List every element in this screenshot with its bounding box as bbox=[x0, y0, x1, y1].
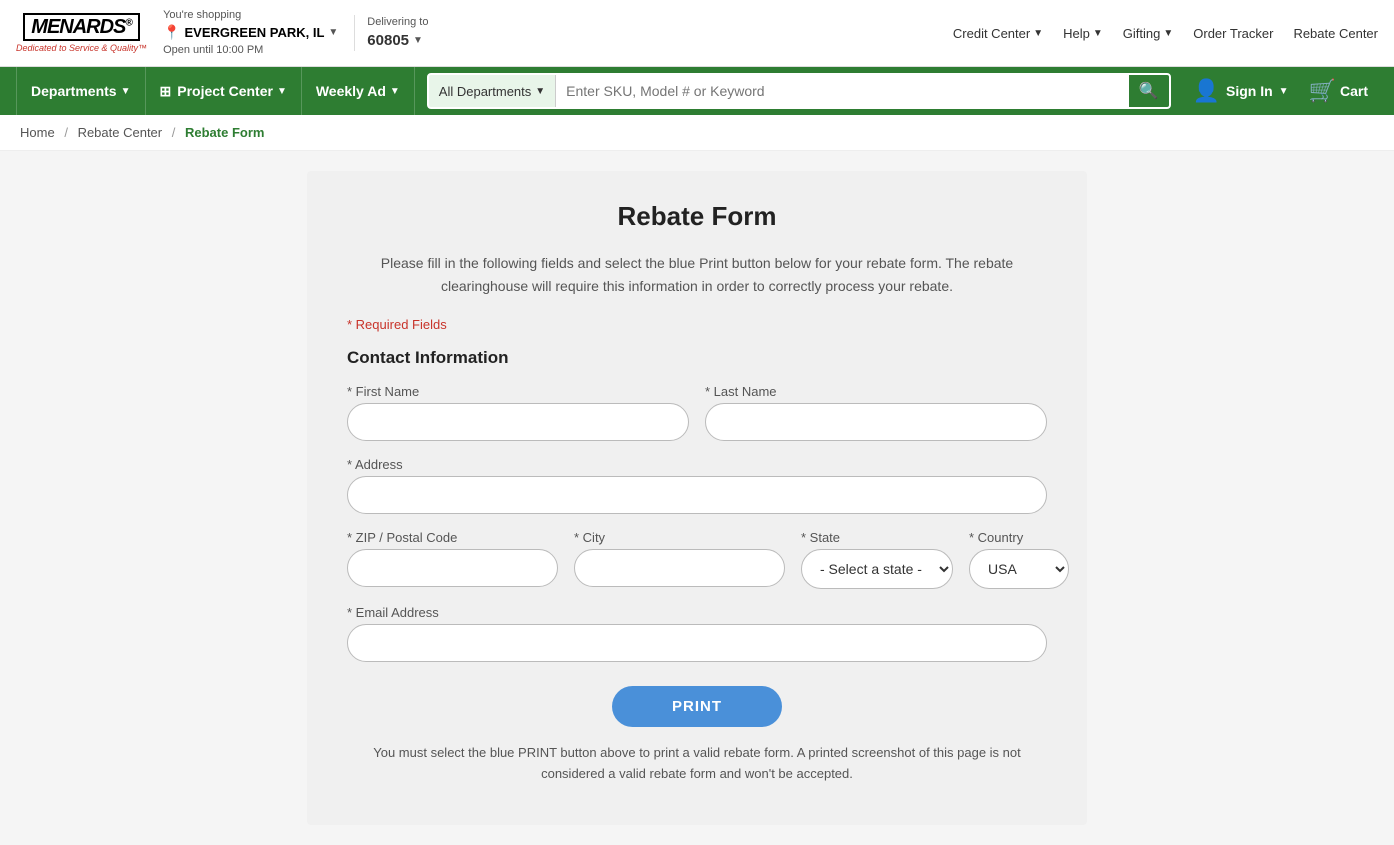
order-tracker-link[interactable]: Order Tracker bbox=[1193, 26, 1273, 41]
required-note: * Required Fields bbox=[347, 317, 1047, 332]
address-label: * Address bbox=[347, 457, 1047, 472]
print-note: You must select the blue PRINT button ab… bbox=[347, 743, 1047, 785]
search-input[interactable] bbox=[556, 83, 1128, 99]
weekly-ad-label: Weekly Ad bbox=[316, 83, 386, 99]
weekly-ad-chevron-icon: ▼ bbox=[390, 86, 400, 97]
departments-label: Departments bbox=[31, 83, 117, 99]
delivery-zip[interactable]: 60805 ▼ bbox=[367, 30, 428, 51]
email-row: * Email Address bbox=[347, 605, 1047, 662]
email-input[interactable] bbox=[347, 624, 1047, 662]
help-link[interactable]: Help ▼ bbox=[1063, 26, 1103, 41]
breadcrumb-current: Rebate Form bbox=[185, 125, 264, 140]
credit-chevron-icon: ▼ bbox=[1033, 28, 1043, 39]
top-bar: MENARDS® Dedicated to Service & Quality™… bbox=[0, 0, 1394, 67]
country-select[interactable]: USA Canada bbox=[969, 549, 1069, 589]
top-right-links: Credit Center ▼ Help ▼ Gifting ▼ Order T… bbox=[953, 26, 1378, 41]
logo[interactable]: MENARDS® Dedicated to Service & Quality™ bbox=[16, 13, 147, 53]
departments-nav[interactable]: Departments ▼ bbox=[16, 67, 146, 115]
state-group: * State - Select a state - Alabama Alask… bbox=[801, 530, 953, 589]
cart-section[interactable]: 🛒 Cart bbox=[1299, 78, 1378, 104]
delivery-info: Delivering to 60805 ▼ bbox=[354, 15, 428, 51]
departments-chevron-icon: ▼ bbox=[121, 86, 131, 97]
store-info: You're shopping 📍 EVERGREEN PARK, IL ▼ O… bbox=[163, 8, 338, 58]
rebate-form-container: Rebate Form Please fill in the following… bbox=[307, 171, 1087, 824]
zip-input[interactable] bbox=[347, 549, 558, 587]
logo-text: MENARDS® bbox=[23, 13, 140, 41]
first-name-input[interactable] bbox=[347, 403, 689, 441]
weekly-ad-nav[interactable]: Weekly Ad ▼ bbox=[302, 67, 415, 115]
breadcrumb-home[interactable]: Home bbox=[20, 125, 55, 140]
cart-label: Cart bbox=[1340, 83, 1368, 99]
city-group: * City bbox=[574, 530, 785, 589]
rebate-center-top-link[interactable]: Rebate Center bbox=[1293, 26, 1378, 41]
help-chevron-icon: ▼ bbox=[1093, 28, 1103, 39]
last-name-label: * Last Name bbox=[705, 384, 1047, 399]
gifting-chevron-icon: ▼ bbox=[1163, 28, 1173, 39]
store-hours: Open until 10:00 PM bbox=[163, 43, 338, 58]
breadcrumb-separator-1: / bbox=[64, 125, 68, 140]
country-group: * Country USA Canada bbox=[969, 530, 1069, 589]
last-name-group: * Last Name bbox=[705, 384, 1047, 441]
location-row: * ZIP / Postal Code * City * State - Sel… bbox=[347, 530, 1047, 589]
cart-icon: 🛒 bbox=[1309, 78, 1336, 104]
search-department-selector[interactable]: All Departments ▼ bbox=[429, 75, 556, 107]
search-dept-label: All Departments bbox=[439, 84, 531, 99]
last-name-input[interactable] bbox=[705, 403, 1047, 441]
city-label: * City bbox=[574, 530, 785, 545]
store-name-text: EVERGREEN PARK, IL bbox=[185, 24, 325, 42]
delivery-label: Delivering to bbox=[367, 15, 428, 30]
address-group: * Address bbox=[347, 457, 1047, 514]
name-row: * First Name * Last Name bbox=[347, 384, 1047, 441]
contact-info-title: Contact Information bbox=[347, 348, 1047, 368]
zip-label: * ZIP / Postal Code bbox=[347, 530, 558, 545]
project-center-label: Project Center bbox=[177, 83, 273, 99]
search-area: All Departments ▼ 🔍 bbox=[427, 73, 1171, 109]
form-description: Please fill in the following fields and … bbox=[347, 252, 1047, 297]
sign-in-section[interactable]: 👤 Sign In ▼ bbox=[1183, 78, 1299, 104]
state-select[interactable]: - Select a state - Alabama Alaska Arizon… bbox=[801, 549, 953, 589]
city-input[interactable] bbox=[574, 549, 785, 587]
shopping-label: You're shopping bbox=[163, 8, 338, 23]
store-chevron-icon: ▼ bbox=[328, 26, 338, 40]
user-icon: 👤 bbox=[1193, 78, 1220, 104]
project-center-icon: ⊞ bbox=[160, 83, 172, 100]
location-pin-icon: 📍 bbox=[163, 23, 180, 43]
zip-value: 60805 bbox=[367, 30, 409, 51]
project-center-nav[interactable]: ⊞ Project Center ▼ bbox=[146, 67, 302, 115]
zip-chevron-icon: ▼ bbox=[413, 34, 423, 48]
zip-group: * ZIP / Postal Code bbox=[347, 530, 558, 589]
credit-center-link[interactable]: Credit Center ▼ bbox=[953, 26, 1043, 41]
project-center-chevron-icon: ▼ bbox=[277, 86, 287, 97]
address-row: * Address bbox=[347, 457, 1047, 514]
print-button[interactable]: PRINT bbox=[612, 686, 782, 727]
breadcrumb: Home / Rebate Center / Rebate Form bbox=[0, 115, 1394, 151]
email-group: * Email Address bbox=[347, 605, 1047, 662]
logo-tagline: Dedicated to Service & Quality™ bbox=[16, 43, 147, 53]
country-label: * Country bbox=[969, 530, 1069, 545]
search-icon: 🔍 bbox=[1139, 81, 1159, 101]
breadcrumb-separator-2: / bbox=[172, 125, 176, 140]
store-location[interactable]: 📍 EVERGREEN PARK, IL ▼ bbox=[163, 23, 338, 43]
nav-bar: Departments ▼ ⊞ Project Center ▼ Weekly … bbox=[0, 67, 1394, 115]
breadcrumb-rebate-center[interactable]: Rebate Center bbox=[78, 125, 163, 140]
state-label: * State bbox=[801, 530, 953, 545]
search-button[interactable]: 🔍 bbox=[1129, 75, 1169, 107]
first-name-group: * First Name bbox=[347, 384, 689, 441]
gifting-link[interactable]: Gifting ▼ bbox=[1123, 26, 1173, 41]
sign-in-label: Sign In bbox=[1226, 83, 1273, 99]
form-title: Rebate Form bbox=[347, 201, 1047, 232]
user-chevron-icon: ▼ bbox=[1279, 86, 1289, 97]
first-name-label: * First Name bbox=[347, 384, 689, 399]
address-input[interactable] bbox=[347, 476, 1047, 514]
email-label: * Email Address bbox=[347, 605, 1047, 620]
search-dept-chevron-icon: ▼ bbox=[535, 86, 545, 97]
